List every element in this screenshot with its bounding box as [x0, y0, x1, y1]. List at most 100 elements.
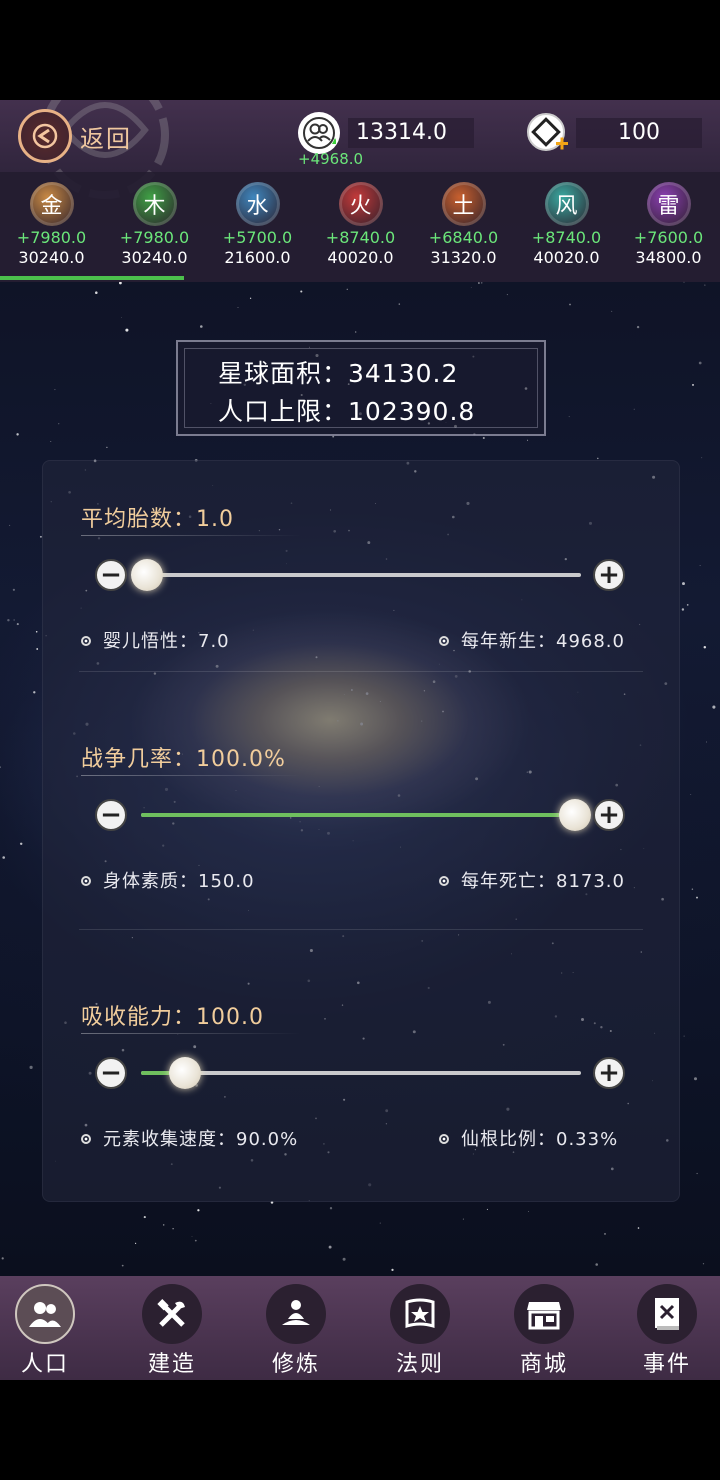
meditate-icon [266, 1284, 326, 1344]
nav-item-cultivate[interactable]: 修炼 [241, 1284, 351, 1378]
star [58, 423, 60, 425]
bullet-icon [439, 876, 449, 886]
plus-button[interactable]: + [593, 559, 625, 591]
slider-thumb[interactable] [559, 799, 591, 831]
nav-label: 修炼 [271, 1352, 320, 1377]
star [355, 331, 357, 333]
plus-icon: + [598, 560, 620, 590]
minus-button[interactable]: − [95, 1057, 127, 1089]
star [398, 303, 401, 305]
star [691, 888, 694, 890]
stat-left-text: 元素收集速度：90.0% [103, 1129, 299, 1150]
star [527, 439, 529, 441]
stat-right: 每年死亡：8173.0 [439, 867, 625, 893]
element-wind[interactable]: 风 +8740.0 40020.0 [515, 182, 618, 268]
star [197, 1209, 200, 1212]
star [682, 582, 685, 586]
star [699, 565, 701, 566]
element-rate: +7980.0 [16, 228, 87, 247]
element-thunder[interactable]: 雷 +7600.0 34800.0 [617, 182, 720, 268]
nav-item-shop[interactable]: 商城 [489, 1284, 599, 1378]
planet-area-value: 34130.2 [348, 359, 459, 388]
element-total: 21600.0 [224, 248, 291, 267]
star [13, 619, 15, 621]
star [712, 705, 716, 709]
title-underline [81, 775, 301, 776]
star [35, 631, 38, 633]
tools-icon [142, 1284, 202, 1344]
element-earth[interactable]: 土 +6840.0 31320.0 [412, 182, 515, 268]
star [569, 303, 571, 306]
star [342, 1257, 346, 1261]
element-total: 30240.0 [121, 248, 188, 267]
thunder-element-icon: 雷 [646, 182, 691, 226]
gem-value: 100 [576, 118, 702, 148]
plus-icon: + [598, 800, 620, 830]
star [191, 1236, 193, 1237]
star [703, 645, 707, 649]
gem-counter[interactable]: 100 [526, 112, 706, 166]
title-underline [81, 1033, 301, 1034]
planet-info-box: 星球面积：34130.2 人口上限：102390.8 [176, 340, 546, 436]
slider-track[interactable] [141, 1071, 581, 1075]
stat-right-text: 每年死亡：8173.0 [461, 871, 625, 892]
plus-button[interactable]: + [593, 1057, 625, 1089]
stat-left: 身体素质：150.0 [81, 867, 255, 893]
nav-label: 人口 [20, 1352, 69, 1377]
slider-thumb[interactable] [131, 559, 163, 591]
people-icon [298, 112, 340, 154]
element-fire[interactable]: 火 +8740.0 40020.0 [309, 182, 412, 268]
nav-label: 法则 [395, 1352, 444, 1377]
star [702, 1263, 705, 1265]
nav-item-population[interactable]: 人口 [0, 1284, 100, 1378]
star [329, 1207, 333, 1210]
nav-item-rules[interactable]: 法则 [365, 1284, 475, 1378]
element-water[interactable]: 水 +5700.0 21600.0 [206, 182, 309, 268]
wood-element-icon: 木 [132, 182, 177, 226]
app-screen: 返回 13314.0 +4968.0 100 金 +7980.0 30240.0… [0, 100, 720, 1380]
wind-element-icon: 风 [544, 182, 589, 226]
star [686, 604, 689, 606]
element-total: 31320.0 [430, 248, 497, 267]
slider-thumb[interactable] [169, 1057, 201, 1089]
minus-button[interactable]: − [95, 799, 127, 831]
minus-button[interactable]: − [95, 559, 127, 591]
element-wood[interactable]: 木 +7980.0 30240.0 [103, 182, 206, 268]
minus-icon: − [100, 560, 122, 590]
slider-track[interactable] [141, 573, 581, 577]
nav-label: 建造 [147, 1352, 196, 1377]
nav-item-build[interactable]: 建造 [117, 1284, 227, 1378]
plus-button[interactable]: + [593, 799, 625, 831]
star [693, 1077, 698, 1081]
star [696, 896, 698, 899]
star [633, 408, 635, 410]
element-metal[interactable]: 金 +7980.0 30240.0 [0, 182, 103, 268]
earth-element-icon: 土 [441, 182, 486, 226]
star [36, 648, 39, 650]
minus-icon: − [100, 1058, 122, 1088]
star [2, 856, 5, 859]
section-title: 吸收能力：100.0 [81, 1005, 264, 1030]
stat-left: 婴儿悟性：7.0 [81, 627, 230, 653]
star [200, 325, 203, 328]
star [194, 1239, 197, 1242]
star [637, 1227, 640, 1229]
star [481, 282, 483, 284]
star [568, 416, 570, 418]
stat-left-text: 婴儿悟性：7.0 [103, 631, 230, 652]
stat-left-text: 身体素质：150.0 [103, 871, 255, 892]
nav-item-events[interactable]: 事件 [612, 1284, 720, 1378]
star [249, 297, 252, 299]
star [50, 441, 52, 442]
population-limit-label: 人口上限： [218, 397, 349, 426]
star [172, 1228, 174, 1230]
gem-plus-icon[interactable] [526, 112, 570, 156]
back-button[interactable]: 返回 [18, 108, 132, 164]
star [462, 1218, 464, 1220]
star [0, 766, 1, 769]
star [701, 457, 703, 459]
star [698, 361, 702, 365]
star [482, 436, 485, 440]
bullet-icon [81, 636, 91, 646]
population-counter: 13314.0 +4968.0 [298, 112, 478, 168]
